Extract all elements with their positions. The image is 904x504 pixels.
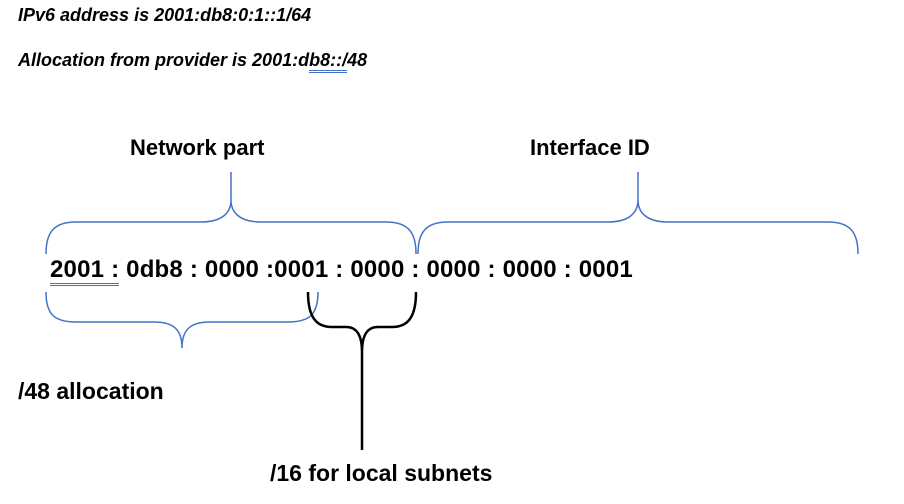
label-network-part: Network part (130, 135, 264, 161)
intro-line-2-prefix: Allocation from provider is (18, 50, 252, 70)
intro-line-1-value: 2001:db8:0:1::1/64 (154, 5, 311, 25)
brace-network-part (46, 172, 416, 254)
addr-group-2: 0db8 (126, 256, 183, 283)
addr-group-3: 0000 (205, 256, 259, 283)
addr-group-4: 0001 (274, 256, 328, 283)
addr-group-6: 0000 (426, 256, 480, 283)
intro-line-2-underlined: b8::/ (309, 50, 347, 73)
intro-line-2-after: 48 (347, 50, 367, 70)
label-interface-id: Interface ID (530, 135, 650, 161)
addr-group-5: 0000 (350, 256, 404, 283)
addr-group-7: 0000 (503, 256, 557, 283)
addr-group-8: 0001 (579, 256, 633, 283)
intro-line-1-prefix: IPv6 address is (18, 5, 154, 25)
brace-subnet-16 (308, 292, 416, 452)
brace-interface-id (418, 172, 858, 254)
brace-alloc-48 (46, 292, 318, 352)
label-alloc-48: /48 allocation (18, 378, 164, 405)
intro-line-1: IPv6 address is 2001:db8:0:1::1/64 (18, 5, 311, 26)
label-subnet-16: /16 for local subnets (270, 460, 492, 487)
ipv6-address-expanded: 2001 : 0db8 : 0000 :0001 : 0000 : 0000 :… (50, 256, 633, 284)
intro-line-2-before: 2001:d (252, 50, 309, 70)
addr-group-1: 2001 (50, 256, 104, 286)
diagram-stage: IPv6 address is 2001:db8:0:1::1/64 Alloc… (0, 0, 904, 504)
intro-line-2: Allocation from provider is 2001:db8::/4… (18, 50, 367, 71)
colon-1: : (104, 256, 119, 286)
